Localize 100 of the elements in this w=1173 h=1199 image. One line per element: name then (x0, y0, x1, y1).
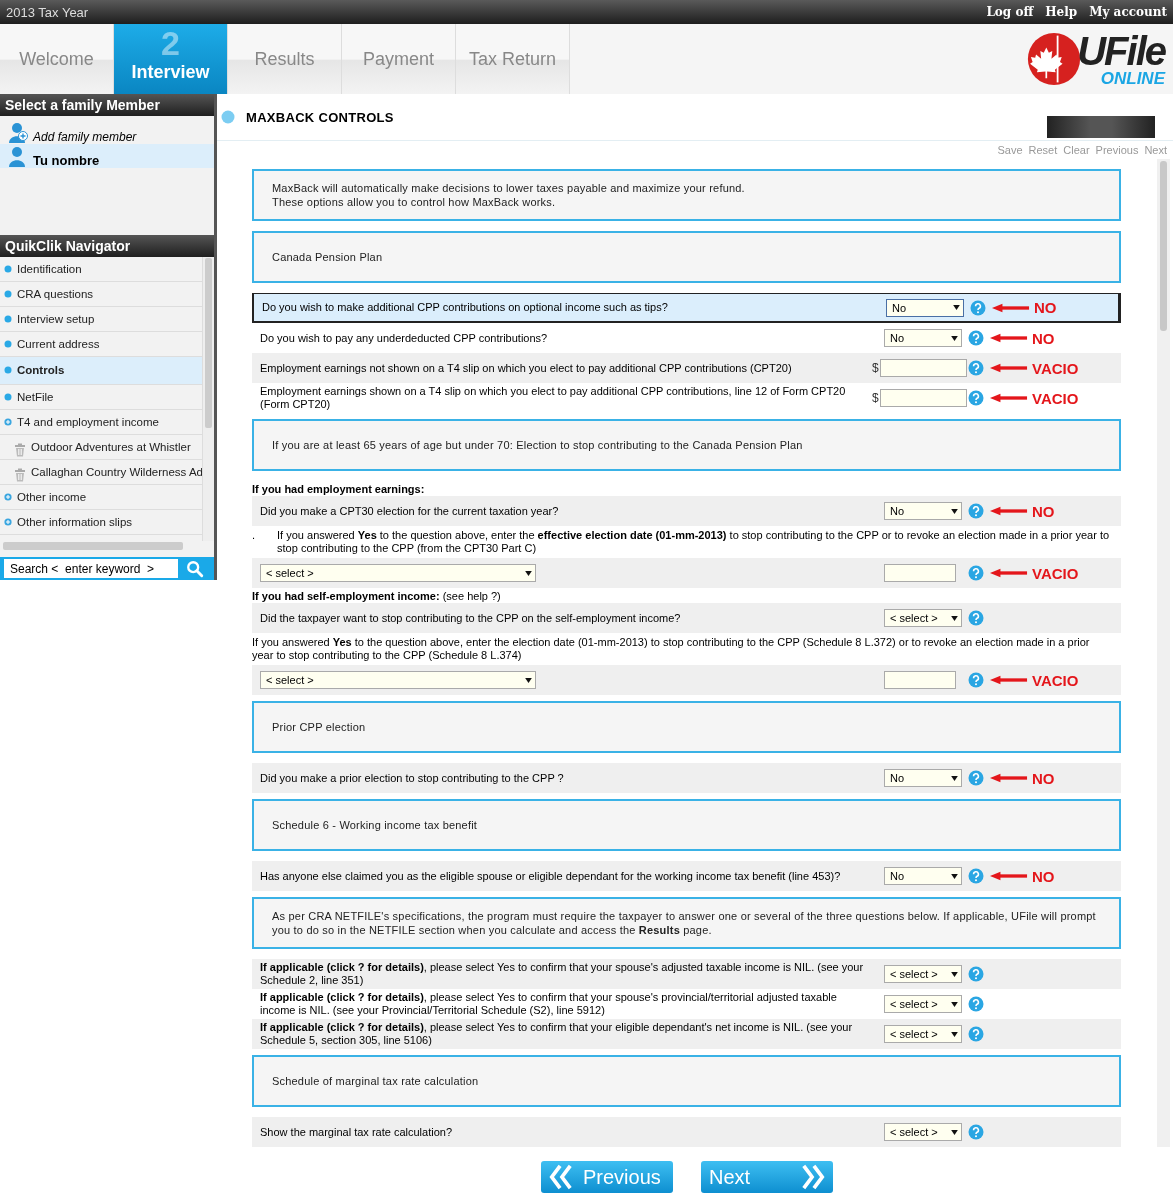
section-text: Canada Pension Plan (272, 250, 383, 264)
pointer-arrow (990, 333, 1028, 343)
pointer-arrow (992, 302, 1030, 313)
dropdown[interactable]: No (884, 329, 962, 347)
navigator-item[interactable]: Controls (0, 356, 202, 385)
navigator-item[interactable]: Interview setup (0, 306, 202, 332)
scrollbar-thumb[interactable] (1160, 161, 1167, 331)
navigator-item[interactable]: CRA questions (0, 281, 202, 307)
header-link[interactable]: Log off (986, 5, 1034, 19)
amount-field[interactable] (880, 359, 967, 377)
dropdown[interactable]: < select > (884, 995, 962, 1013)
trash-icon[interactable] (14, 442, 26, 457)
help-icon[interactable] (968, 503, 984, 519)
help-icon[interactable] (968, 330, 984, 346)
navigator-item[interactable]: T4 and employment income (0, 409, 202, 435)
step-number: 2 (161, 26, 180, 60)
help-icon[interactable] (968, 966, 984, 982)
pointer-arrow (990, 773, 1028, 783)
header-link[interactable]: My account (1089, 5, 1167, 19)
help-icon[interactable] (968, 610, 984, 626)
help-icon[interactable] (968, 565, 984, 581)
annotation-label: VACIO (1032, 671, 1079, 689)
family-member-item[interactable]: Add family member (0, 120, 214, 144)
question-text: Employment earnings not shown on a T4 slip on which you elect to pay additional CPP contributions (CPT20) (260, 361, 792, 374)
bullet-icon (4, 314, 12, 323)
header-link[interactable]: Help (1045, 5, 1078, 19)
caret-icon (951, 971, 958, 977)
dropdown[interactable]: No (884, 867, 962, 885)
help-icon[interactable] (968, 770, 984, 786)
annotation-label: NO (1032, 329, 1055, 347)
question-text: Did the taxpayer want to stop contributing to the CPP on the self-employment income? (260, 611, 681, 624)
dropdown[interactable]: < select > (884, 965, 962, 983)
caret-icon (525, 570, 532, 576)
search-field[interactable]: Search < enter keyword > (4, 559, 178, 579)
dropdown[interactable]: No (884, 769, 962, 787)
help-icon[interactable] (968, 672, 984, 688)
annotation-label: NO (1032, 502, 1055, 520)
help-icon[interactable] (968, 390, 984, 406)
caret-icon (951, 775, 958, 781)
help-icon[interactable] (970, 299, 986, 316)
question-text: Employment earnings shown on a T4 slip on which you elect to pay additional CPP contributions, line 12 of Form CPT20 (Form CPT20) (260, 385, 846, 410)
double-chevron-left-icon (549, 1164, 573, 1190)
trash-icon[interactable] (14, 467, 26, 482)
pointer-arrow (990, 506, 1028, 516)
scrollbar-thumb[interactable] (205, 257, 212, 428)
caret-icon (951, 873, 958, 879)
group-heading: If you had employment earnings: (252, 482, 426, 496)
bullet-icon (4, 289, 12, 298)
caret-icon (951, 1129, 958, 1135)
section-text: As per CRA NETFILE's specifications, the program must require the taxpayer to answer one or several of the three questions below. If applicable, UFile will prompt you to do so in the NETFILE section when you calculate and access the Results page. (272, 909, 1097, 937)
navigator-item[interactable]: Outdoor Adventures at Whistler (0, 434, 202, 460)
help-icon[interactable] (968, 1124, 984, 1140)
instruction-text: If you answered Yes to the question above, enter the effective election date (01-mm-2013) to stop contributing to the CPP or to revoke an election made in a prior year to stop contributing to the CPP (from the CPT30 Part C) (277, 529, 1111, 555)
navigator-item[interactable]: Identification (0, 256, 202, 282)
search-icon[interactable] (186, 559, 204, 578)
dropdown[interactable]: < select > (260, 671, 536, 689)
pointer-arrow (990, 568, 1028, 578)
annotation-label: VACIO (1032, 389, 1079, 407)
dropdown[interactable]: No (884, 502, 962, 520)
help-icon[interactable] (968, 868, 984, 884)
tax-year-title: 2013 Tax Year (6, 4, 89, 20)
help-icon[interactable] (968, 1026, 984, 1042)
dropdown[interactable]: < select > (884, 609, 962, 627)
section-text: If you are at least 65 years of age but under 70: Election to stop contributing to the Canada Pension Plan (272, 438, 803, 452)
question-text: Did you make a prior election to stop contributing to the CPP ? (260, 771, 564, 784)
scrollbar-thumb[interactable] (3, 542, 183, 551)
question-text: Do you wish to make additional CPP contributions on optional income such as tips? (262, 301, 668, 313)
annotation-label: VACIO (1032, 359, 1079, 377)
navigator-item[interactable]: Current address (0, 331, 202, 357)
dropdown[interactable]: < select > (884, 1025, 962, 1043)
navigator-item[interactable]: Other information slips (0, 509, 202, 535)
date-field[interactable] (884, 564, 956, 582)
page-title: MAXBACK CONTROLS (246, 109, 394, 125)
date-field[interactable] (884, 671, 956, 689)
navigator-item[interactable]: Other income (0, 484, 202, 510)
question-text: Has anyone else claimed you as the eligible spouse or eligible dependant for the working income tax benefit (line 453)? (260, 869, 841, 882)
logo-wordmark: UFile (1077, 31, 1165, 71)
person-icon (8, 146, 28, 168)
bullet-icon (4, 339, 12, 348)
dropdown[interactable]: < select > (260, 564, 536, 582)
currency-symbol: $ (872, 391, 879, 405)
help-icon[interactable] (968, 996, 984, 1012)
dropdown[interactable]: < select > (884, 1123, 962, 1141)
question-text: If applicable (click ? for details), please select Yes to confirm that your eligible dependant's net income is NIL. (see your Schedule 5, section 305, line 5106) (260, 1021, 853, 1046)
pointer-arrow (990, 393, 1028, 403)
question-text: Show the marginal tax rate calculation? (260, 1125, 452, 1138)
add-person-icon (8, 122, 28, 144)
navigator-item[interactable]: Callaghan Country Wilderness Ad (0, 459, 202, 485)
caret-icon (951, 335, 958, 341)
family-member-item[interactable]: Tu nombre (0, 144, 214, 168)
section-text: Schedule of marginal tax rate calculation (272, 1074, 479, 1088)
annotation-label: NO (1034, 299, 1057, 316)
navigator-item[interactable]: NetFile (0, 384, 202, 410)
question-text: If applicable (click ? for details), please select Yes to confirm that your spouse's provincial/territorial adjusted taxable income is NIL. (see your Provincial/Territorial Schedule (S2), line 5912) (260, 991, 837, 1016)
dropdown[interactable]: No (886, 298, 964, 317)
caret-icon (951, 1001, 958, 1007)
header-button[interactable] (1047, 116, 1155, 138)
help-icon[interactable] (968, 360, 984, 376)
expand-icon (4, 492, 12, 501)
amount-field[interactable] (880, 389, 967, 407)
